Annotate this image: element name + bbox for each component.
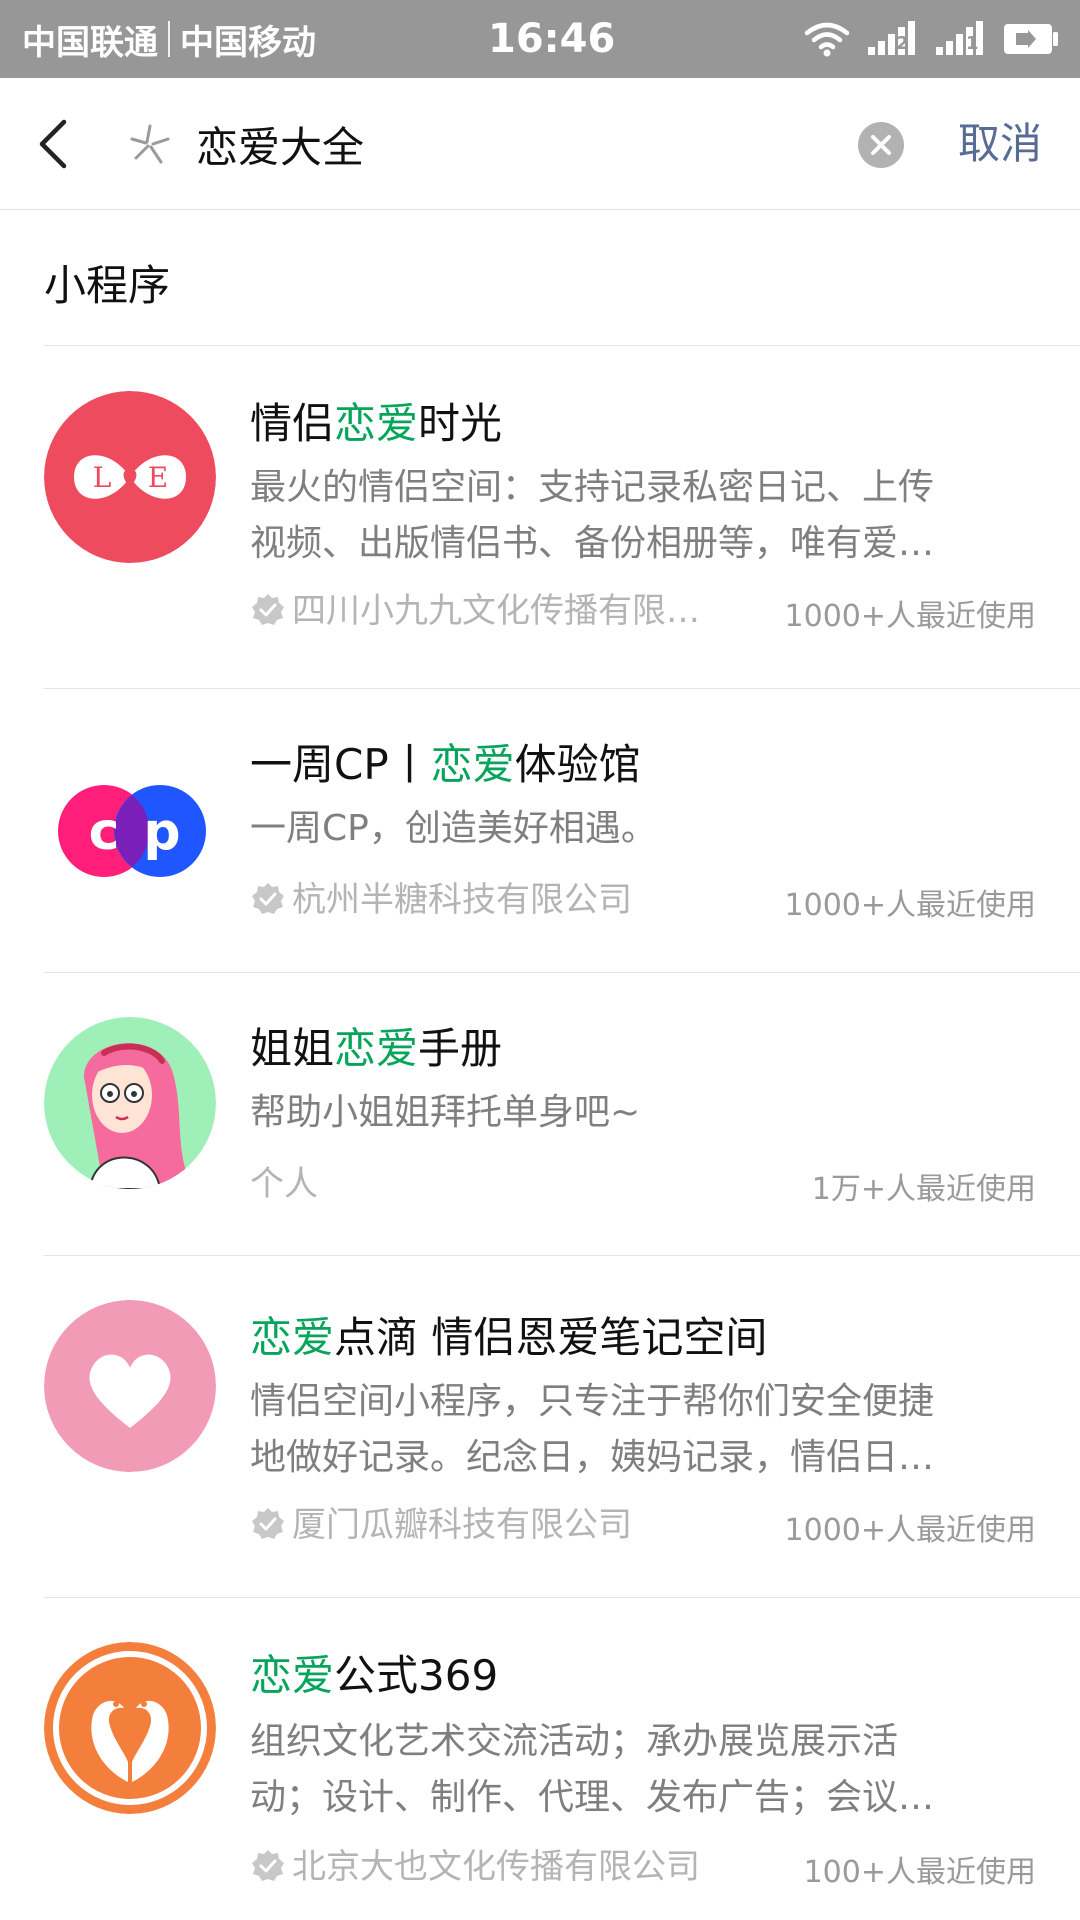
result-meta: 厦门瓜瓣科技有限公司 1000+人最近使用 xyxy=(250,1500,1036,1550)
usage-count: 1000+人最近使用 xyxy=(784,888,1036,923)
carrier-separator xyxy=(168,21,170,57)
status-time: 16:46 xyxy=(488,16,616,62)
signal-icon: 2 xyxy=(866,21,918,57)
app-icon-love-moments xyxy=(44,1300,216,1472)
svg-text:p: p xyxy=(143,802,180,862)
signal-icon: 1 xyxy=(934,21,986,57)
carrier-2: 中国移动 xyxy=(180,22,316,63)
status-bar: 中国联通 中国移动 16:46 2 1 xyxy=(0,0,1080,78)
sim-badge: 2 xyxy=(896,33,909,54)
section-title: 小程序 xyxy=(44,261,171,310)
result-description: 一周CP，创造美好相遇。 xyxy=(250,801,1030,857)
title-text: 一周CP丨 xyxy=(250,740,431,789)
sim-badge: 1 xyxy=(966,33,979,54)
result-description: 组织文化艺术交流活动；承办展览展示活 动；设计、制作、代理、发布广告；会议… xyxy=(250,1714,1030,1826)
svg-text:c: c xyxy=(89,802,120,862)
developer-name: 杭州半糖科技有限公司 xyxy=(292,880,632,920)
title-text: 手册 xyxy=(418,1024,503,1073)
title-highlight: 恋爱 xyxy=(334,399,419,448)
usage-count: 1万+人最近使用 xyxy=(811,1172,1036,1207)
result-description: 帮助小姐姐拜托单身吧~ xyxy=(250,1085,1030,1141)
list-item[interactable]: 姐姐恋爱手册 帮助小姐姐拜托单身吧~ 个人 1万+人最近使用 xyxy=(0,973,1080,1256)
result-title: 姐姐恋爱手册 xyxy=(250,1015,502,1076)
developer-name: 个人 xyxy=(250,1164,318,1204)
description-line: 情侣空间小程序，只专注于帮你们安全便捷 xyxy=(250,1381,935,1422)
list-item[interactable]: L E 情侣恋爱时光 最火的情侣空间：支持记录私密日记、上传 视频、出版情侣书、… xyxy=(0,346,1080,689)
result-meta: 北京大也文化传播有限公司 100+人最近使用 xyxy=(250,1842,1036,1892)
usage-count: 1000+人最近使用 xyxy=(784,1513,1036,1548)
result-title: 恋爱点滴 情侣恩爱笔记空间 xyxy=(250,1304,767,1365)
carrier-1: 中国联通 xyxy=(22,22,158,63)
title-highlight: 恋爱 xyxy=(250,1313,335,1362)
title-highlight: 恋爱 xyxy=(430,740,515,789)
wechat-search-logo-icon xyxy=(130,124,170,164)
svg-text:E: E xyxy=(148,461,168,494)
app-icon-sister-love-handbook xyxy=(44,1017,216,1189)
developer-name: 厦门瓜瓣科技有限公司 xyxy=(292,1505,632,1545)
cancel-button[interactable]: 取消 xyxy=(958,108,1042,180)
title-text: 姐姐 xyxy=(250,1024,335,1073)
developer-name: 北京大也文化传播有限公司 xyxy=(292,1847,700,1887)
result-title: 恋爱公式369 xyxy=(250,1642,498,1703)
title-highlight: 恋爱 xyxy=(250,1651,335,1700)
search-header: 取消 xyxy=(0,78,1080,210)
list-item[interactable]: 恋爱点滴 情侣恩爱笔记空间 情侣空间小程序，只专注于帮你们安全便捷 地做好记录。… xyxy=(0,1256,1080,1598)
wifi-icon xyxy=(804,22,850,57)
title-text: 情侣 xyxy=(250,399,335,448)
result-description: 最火的情侣空间：支持记录私密日记、上传 视频、出版情侣书、备份相册等，唯有爱… xyxy=(250,460,1030,572)
title-highlight: 恋爱 xyxy=(334,1024,419,1073)
close-icon xyxy=(871,135,891,155)
verified-badge-icon xyxy=(252,883,284,914)
back-button[interactable] xyxy=(30,114,80,174)
verified-badge-icon xyxy=(252,1508,284,1539)
verified-badge-icon xyxy=(252,1850,284,1881)
clear-button[interactable] xyxy=(858,122,904,168)
result-title: 一周CP丨恋爱体验馆 xyxy=(250,731,641,792)
list-item[interactable]: 恋爱公式369 组织文化艺术交流活动；承办展览展示活 动；设计、制作、代理、发布… xyxy=(0,1598,1080,1920)
title-text: 时光 xyxy=(418,399,503,448)
description-line: 动；设计、制作、代理、发布广告；会议… xyxy=(250,1777,935,1818)
developer-name: 四川小九九文化传播有限… xyxy=(292,591,700,631)
status-icons: 2 1 xyxy=(804,0,1060,78)
chevron-left-icon xyxy=(39,119,67,169)
description-line: 帮助小姐姐拜托单身吧~ xyxy=(250,1092,641,1133)
result-meta: 四川小九九文化传播有限… 1000+人最近使用 xyxy=(250,586,1036,636)
search-input[interactable] xyxy=(196,108,836,180)
svg-text:L: L xyxy=(93,461,112,494)
battery-charging-icon xyxy=(1004,24,1058,54)
result-description: 情侣空间小程序，只专注于帮你们安全便捷 地做好记录。纪念日，姨妈记录，情侣日… xyxy=(250,1374,1030,1486)
title-text: 体验馆 xyxy=(514,740,641,789)
description-line: 视频、出版情侣书、备份相册等，唯有爱… xyxy=(250,523,935,564)
list-item[interactable]: c p 一周CP丨恋爱体验馆 一周CP，创造美好相遇。 杭州半糖科技有限公司 1… xyxy=(0,689,1080,973)
app-icon-one-week-cp: c p xyxy=(44,745,216,917)
usage-count: 1000+人最近使用 xyxy=(784,599,1036,634)
description-line: 地做好记录。纪念日，姨妈记录，情侣日… xyxy=(250,1437,935,1478)
result-meta: 个人 1万+人最近使用 xyxy=(250,1159,1036,1209)
usage-count: 100+人最近使用 xyxy=(803,1855,1036,1890)
result-title: 情侣恋爱时光 xyxy=(250,390,502,451)
carrier-info: 中国联通 中国移动 xyxy=(22,0,316,78)
result-meta: 杭州半糖科技有限公司 1000+人最近使用 xyxy=(250,875,1036,925)
title-text: 点滴 情侣恩爱笔记空间 xyxy=(334,1313,768,1362)
app-icon-couple-time: L E xyxy=(44,391,216,563)
verified-badge-icon xyxy=(252,594,284,625)
app-icon-love-formula xyxy=(44,1642,216,1814)
description-line: 一周CP，创造美好相遇。 xyxy=(250,808,657,849)
description-line: 最火的情侣空间：支持记录私密日记、上传 xyxy=(250,467,935,508)
title-text: 公式369 xyxy=(334,1651,499,1700)
description-line: 组织文化艺术交流活动；承办展览展示活 xyxy=(250,1721,899,1762)
